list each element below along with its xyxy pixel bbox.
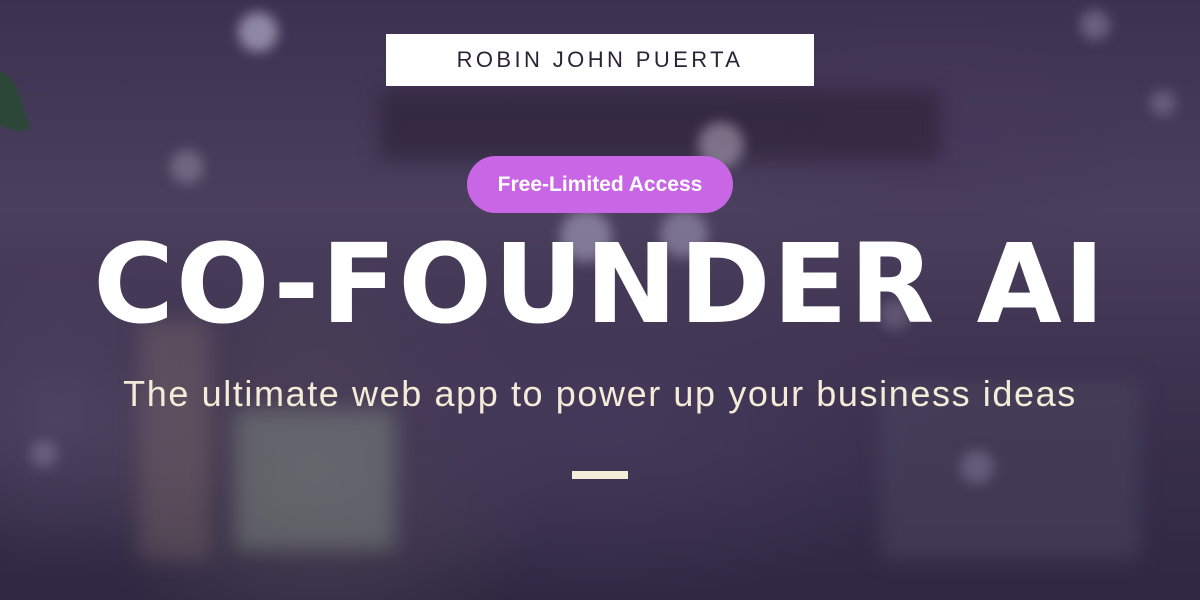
main-title: CO-FOUNDER AI: [93, 220, 1107, 348]
bokeh-light: [238, 12, 278, 52]
bokeh-light: [170, 150, 204, 184]
bokeh-light: [30, 440, 58, 468]
background-column-shape: [140, 320, 210, 560]
author-name: ROBIN JOHN PUERTA: [456, 47, 744, 72]
bokeh-light: [1150, 90, 1176, 116]
bokeh-light: [1080, 10, 1110, 40]
plant-leaf-decoration: [0, 58, 31, 140]
divider-bar: [572, 471, 628, 479]
bokeh-light: [960, 450, 994, 484]
access-badge-label: Free-Limited Access: [497, 172, 703, 196]
background-window-shape: [235, 410, 395, 550]
author-name-box: ROBIN JOHN PUERTA: [386, 34, 814, 86]
access-badge: Free-Limited Access: [467, 156, 733, 213]
background-ceiling-shape: [380, 90, 940, 160]
tagline: The ultimate web app to power up your bu…: [123, 373, 1077, 414]
